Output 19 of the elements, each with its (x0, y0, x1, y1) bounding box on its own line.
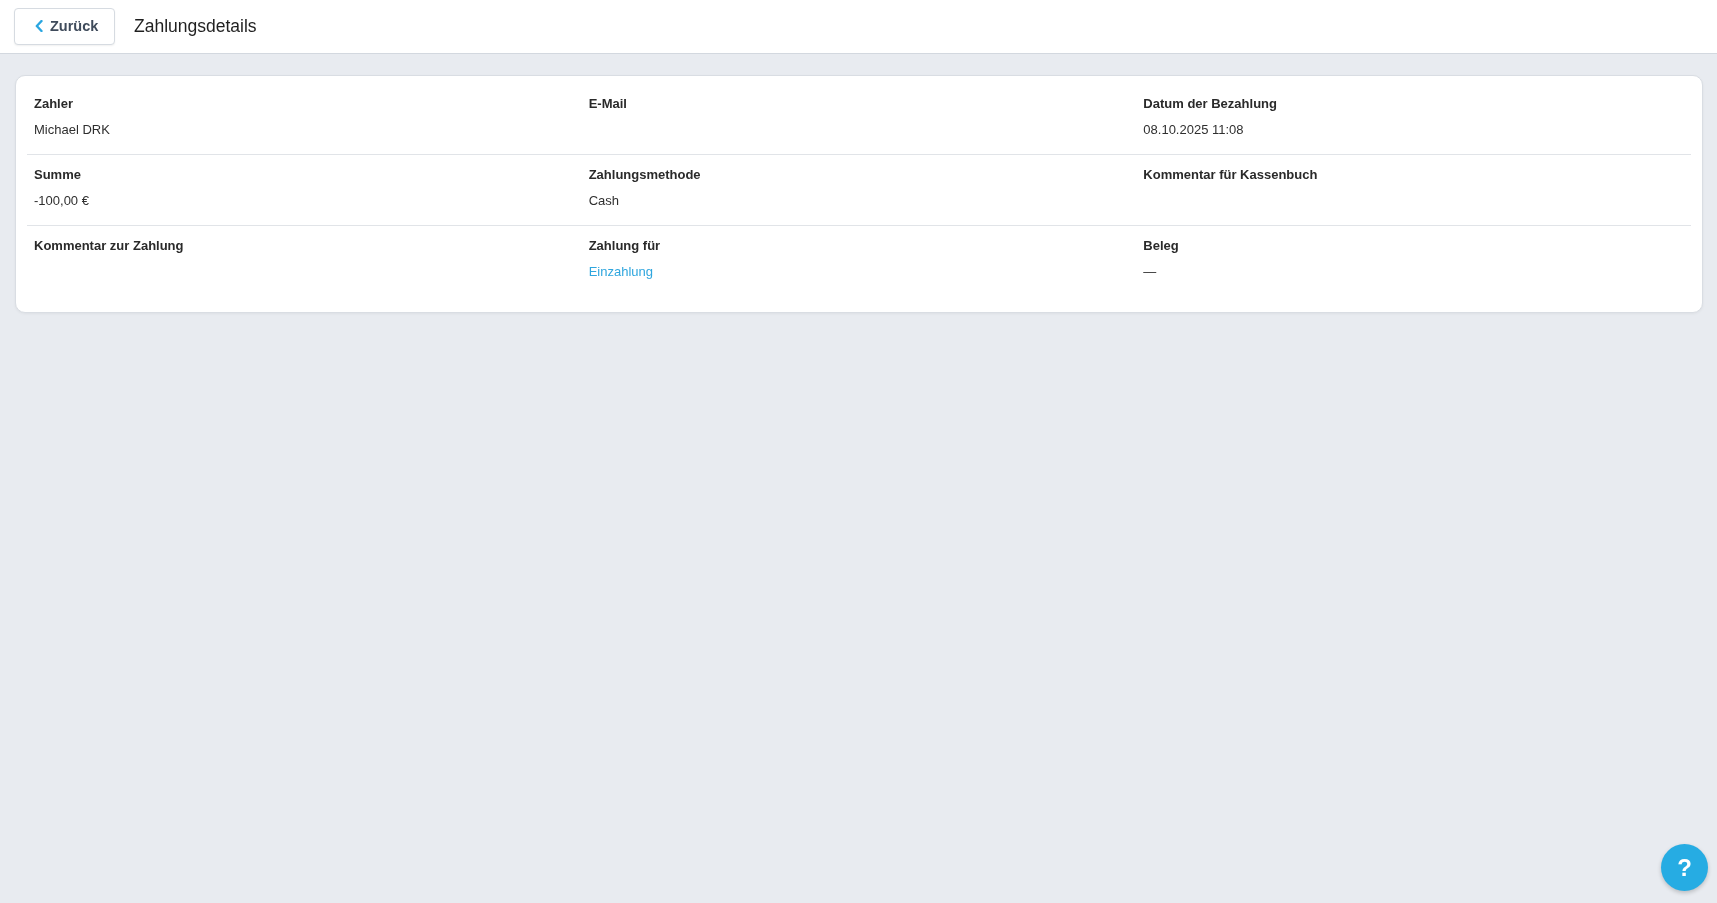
field-label: Kommentar zur Zahlung (34, 237, 184, 255)
field-label: Kommentar für Kassenbuch (1143, 166, 1318, 184)
field-value: — (1143, 263, 1157, 281)
field-label: Zahlung für (588, 237, 661, 255)
chevron-left-icon (35, 20, 43, 32)
field-label: Summe (34, 166, 81, 184)
field-label: Zahlungsmethode (588, 166, 701, 184)
field-value: 08.10.2025 11:08 (1143, 121, 1244, 139)
field-value: Michael DRK (34, 121, 110, 139)
field-value: -100,00 € (34, 192, 89, 210)
field-label: E-Mail (588, 95, 627, 113)
link[interactable]: Einzahlung (588, 262, 653, 282)
field-label: Zahler (34, 95, 73, 113)
page-title: Zahlungsdetails (134, 16, 257, 37)
field-label: Beleg (1143, 237, 1179, 255)
help-button[interactable]: ? (1661, 844, 1708, 891)
field-label: Datum der Bezahlung (1143, 95, 1277, 113)
back-button[interactable]: Zurück (14, 7, 115, 45)
field-value: Cash (588, 192, 619, 210)
